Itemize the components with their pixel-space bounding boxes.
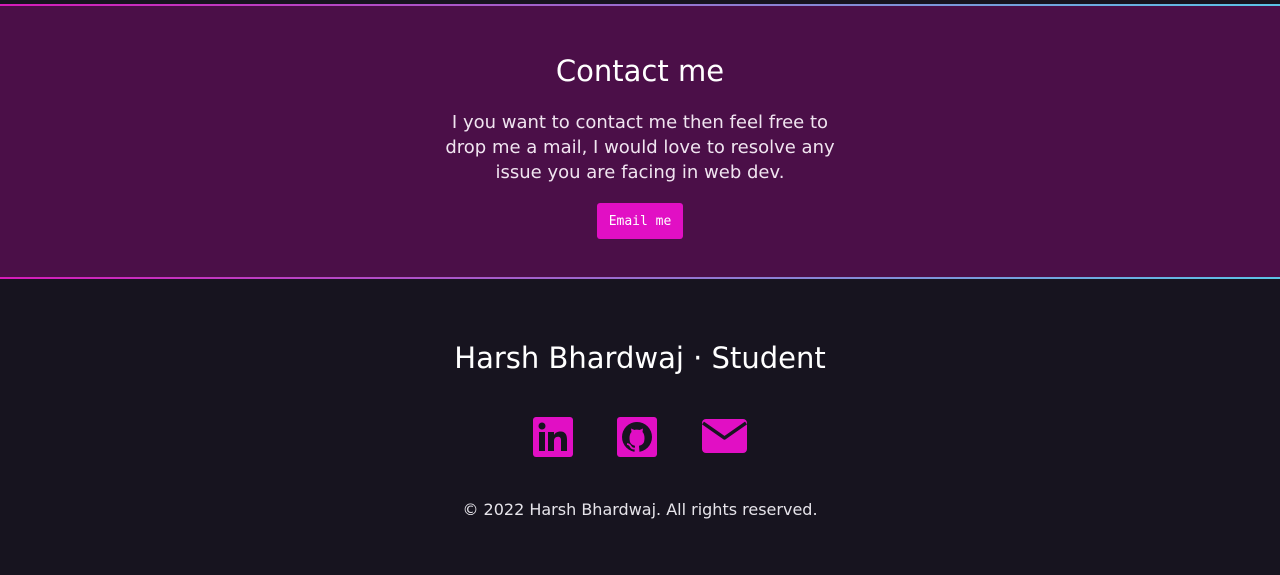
footer: Harsh Bhardwaj · Student © 2022 Harsh Bh… (0, 279, 1280, 575)
linkedin-icon (533, 417, 573, 457)
linkedin-link[interactable] (533, 417, 573, 457)
contact-description: I you want to contact me then feel free … (445, 112, 835, 183)
mail-icon (702, 419, 747, 453)
contact-title: Contact me (555, 54, 725, 88)
email-link[interactable] (702, 417, 747, 457)
github-icon (617, 417, 657, 457)
email-me-button[interactable]: Email me (597, 203, 683, 239)
footer-title: Harsh Bhardwaj · Student (454, 341, 826, 375)
copyright-text: © 2022 Harsh Bhardwaj. All rights reserv… (462, 500, 818, 519)
github-link[interactable] (617, 417, 657, 457)
contact-section: Contact me I you want to contact me then… (0, 6, 1280, 277)
